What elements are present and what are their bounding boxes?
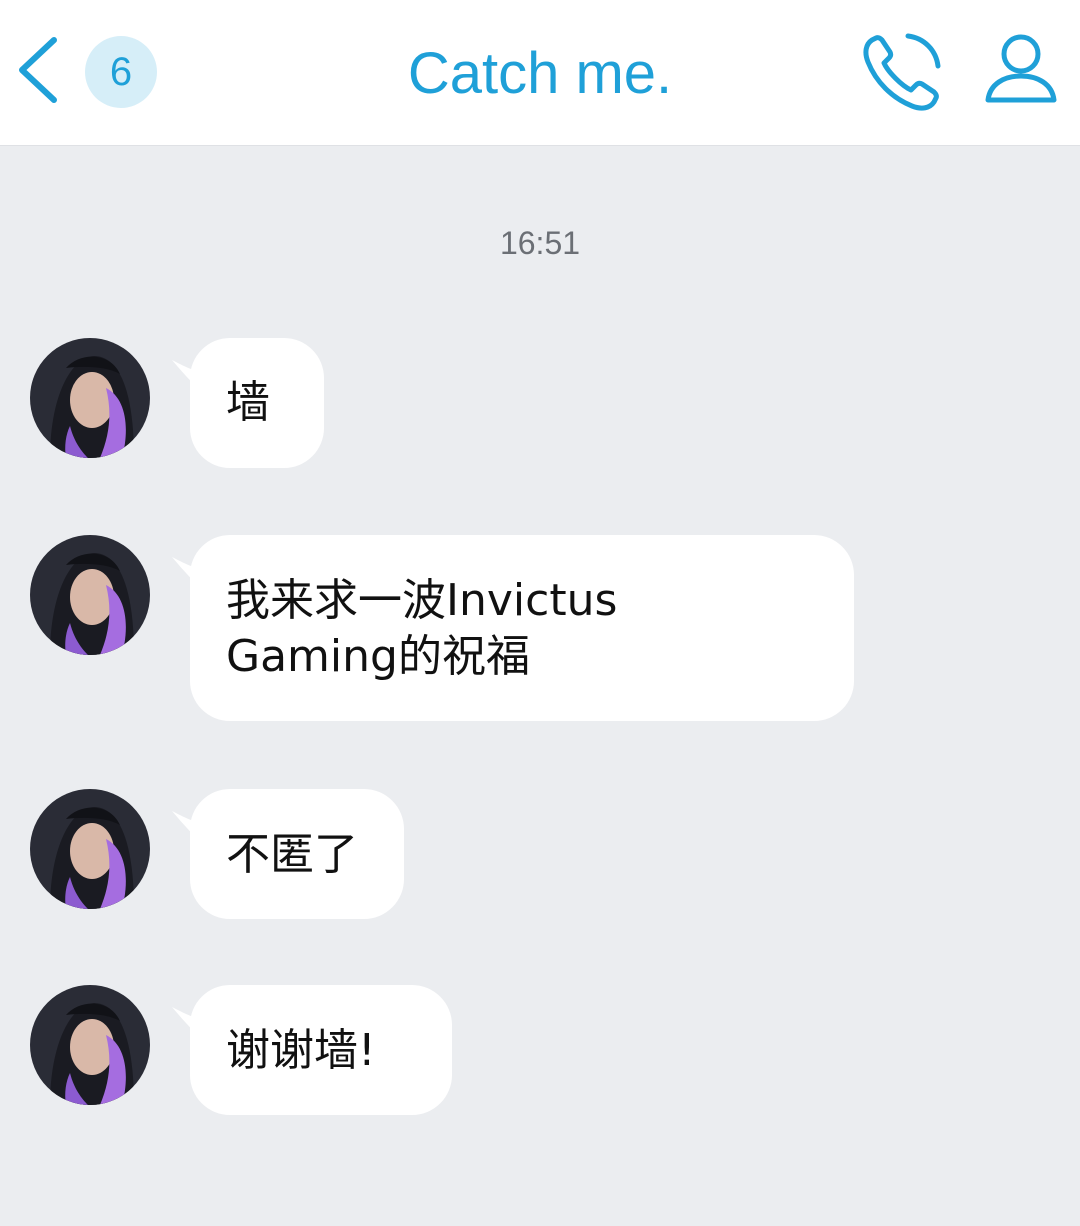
person-icon: [985, 34, 1057, 103]
message-text: 不匿了: [226, 829, 358, 880]
message-row: 墙: [0, 338, 1080, 468]
chevron-left-icon: [19, 37, 57, 103]
contact-avatar[interactable]: [30, 535, 150, 655]
message-timestamp: 16:51: [499, 225, 581, 261]
message-row: 谢谢墙!: [0, 985, 1080, 1115]
message-row: 不匿了: [0, 789, 1080, 919]
unread-count-badge[interactable]: 6: [85, 36, 157, 108]
call-button[interactable]: [858, 30, 944, 116]
message-text: 我来求一波Invictus Gaming的祝福: [226, 575, 618, 682]
message-text: 墙: [226, 377, 270, 428]
message-text: 谢谢墙!: [226, 1025, 376, 1076]
message-bubble[interactable]: 谢谢墙!: [190, 985, 452, 1115]
chat-header: 6 Catch me.: [0, 0, 1080, 146]
message-bubble[interactable]: 不匿了: [190, 789, 404, 919]
contact-avatar[interactable]: [30, 789, 150, 909]
contact-avatar[interactable]: [30, 338, 150, 458]
profile-button[interactable]: [980, 28, 1062, 110]
phone-icon: [863, 33, 941, 111]
back-button[interactable]: [10, 30, 70, 110]
message-bubble[interactable]: 我来求一波Invictus Gaming的祝福: [190, 535, 854, 721]
contact-avatar[interactable]: [30, 985, 150, 1105]
message-row: 我来求一波Invictus Gaming的祝福: [0, 535, 1080, 721]
message-bubble[interactable]: 墙: [190, 338, 324, 468]
